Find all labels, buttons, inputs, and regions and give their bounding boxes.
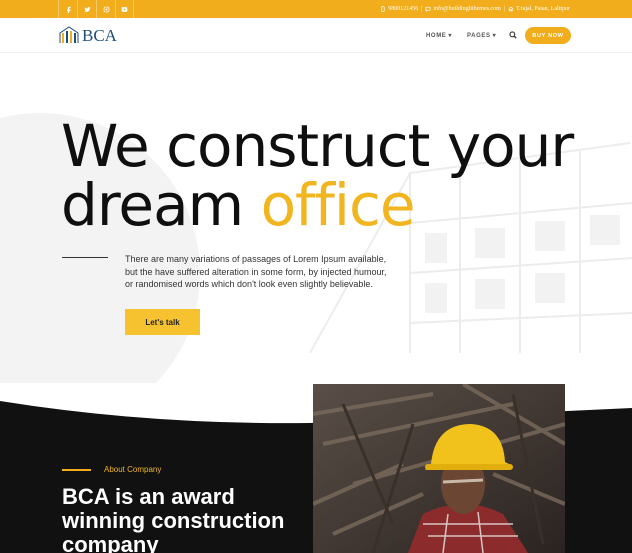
email-address: info@buildinglithemes.com: [433, 6, 501, 12]
hero-description: There are many variations of passages of…: [125, 254, 387, 289]
hero-divider: [62, 257, 108, 258]
social-links: [58, 0, 134, 18]
youtube-icon: [121, 6, 128, 12]
nav-pages-label: PAGES: [467, 32, 491, 39]
address-text: T.rajal, Patan, Lalitpur: [515, 6, 570, 12]
chevron-down-icon: ▾: [448, 33, 453, 39]
main-navbar: BCA HOME ▾ PAGES ▾ BUY NOW: [0, 18, 632, 53]
logo-text: BCA: [82, 26, 117, 45]
nav-pages[interactable]: PAGES ▾: [467, 18, 496, 53]
search-icon[interactable]: [509, 31, 517, 39]
phone-number: 9800121456: [388, 6, 419, 12]
phone-icon: [381, 6, 385, 12]
hero-headline: We construct your dream office: [61, 117, 574, 235]
facebook-link[interactable]: [58, 0, 77, 18]
hero-line-2-plain: dream: [61, 171, 244, 239]
instagram-icon: [103, 6, 109, 12]
construction-worker-image: [313, 384, 565, 553]
logo[interactable]: BCA: [58, 26, 117, 44]
logo-building-icon: [59, 26, 79, 43]
buy-now-button[interactable]: BUY NOW: [525, 27, 571, 44]
top-bar: 9800121456 | info@buildinglithemes.com |…: [0, 0, 632, 18]
twitter-icon: [83, 6, 91, 12]
hero-line-1: We construct your: [61, 112, 574, 180]
nav-home-label: HOME: [426, 32, 447, 39]
instagram-link[interactable]: [96, 0, 115, 18]
nav-home[interactable]: HOME ▾: [426, 18, 452, 53]
separator: |: [421, 6, 423, 12]
facebook-icon: [66, 6, 71, 13]
worker-photo: [313, 384, 565, 553]
youtube-link[interactable]: [115, 0, 134, 18]
separator: |: [503, 6, 505, 12]
phone-item[interactable]: 9800121456: [380, 6, 418, 12]
chevron-down-icon: ▾: [492, 33, 497, 39]
twitter-link[interactable]: [77, 0, 96, 18]
contact-info: 9800121456 | info@buildinglithemes.com |…: [380, 0, 570, 18]
address-item: T.rajal, Patan, Lalitpur: [508, 6, 570, 12]
chat-icon: [425, 6, 431, 12]
about-title: BCA is an award winning construction com…: [62, 484, 285, 553]
building-icon: [508, 6, 514, 12]
about-label: About Company: [104, 465, 162, 474]
lets-talk-button[interactable]: Let's talk: [125, 309, 200, 335]
hero-line-2-accent: office: [260, 171, 416, 239]
about-accent-line: [62, 469, 91, 471]
email-item[interactable]: info@buildinglithemes.com: [425, 6, 501, 12]
